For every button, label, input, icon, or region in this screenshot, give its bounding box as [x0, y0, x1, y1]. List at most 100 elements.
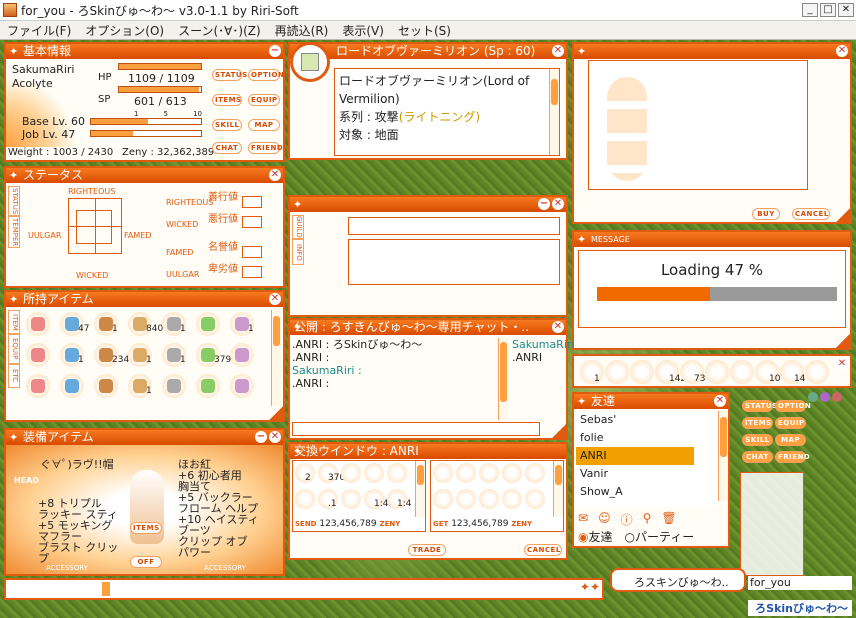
scroll-thumb[interactable]: [555, 465, 562, 485]
info-field-2[interactable]: [348, 239, 560, 285]
scroll-thumb[interactable]: [551, 79, 558, 105]
cancel-button[interactable]: CANCEL: [792, 208, 830, 220]
window-header[interactable]: 装備アイテム −✕: [6, 430, 283, 445]
menu-file[interactable]: ファイル(F): [0, 22, 78, 39]
trade-slot[interactable]: [456, 463, 476, 483]
scroll-thumb[interactable]: [273, 316, 280, 346]
trash-icon[interactable]: 🗑: [661, 511, 676, 528]
trade-slot[interactable]: [502, 463, 522, 483]
item-slot[interactable]: 47: [60, 312, 89, 336]
friend-item[interactable]: Vanir: [576, 465, 718, 483]
menu-reload[interactable]: 再読込(R): [268, 22, 336, 39]
close-icon[interactable]: ✕: [714, 395, 726, 407]
item-grid[interactable]: 47 1 8406 1 1 1 2346 1 1 379 1: [24, 310, 272, 404]
close-button[interactable]: ✕: [838, 3, 854, 17]
mini-button[interactable]: EQUIP: [775, 417, 806, 429]
friend-item-selected[interactable]: ANRI: [576, 447, 694, 465]
trade-slot[interactable]: 1:42: [364, 489, 394, 509]
close-icon[interactable]: ✕: [836, 358, 848, 370]
scrollbar[interactable]: [553, 461, 563, 517]
close-icon[interactable]: ✕: [836, 45, 848, 57]
mini-button[interactable]: MAP: [775, 434, 806, 446]
friend-item[interactable]: folie: [576, 429, 718, 447]
trade-slot[interactable]: 370: [318, 463, 345, 483]
chat-options-icon[interactable]: ✦✦: [580, 580, 600, 594]
hotbar-slot[interactable]: [605, 360, 629, 384]
trade-slot[interactable]: [341, 463, 361, 483]
tab-status[interactable]: STATUS: [8, 186, 20, 216]
scroll-thumb[interactable]: [720, 417, 727, 457]
whisper-icon[interactable]: ✉: [578, 511, 588, 528]
tab-temper[interactable]: TEMPER: [8, 216, 20, 248]
menu-soon[interactable]: スーン(･∀･)(Z): [171, 22, 268, 39]
search-icon[interactable]: ⚲: [643, 511, 652, 528]
window-header[interactable]: ✕: [574, 44, 850, 59]
mini-button[interactable]: SKILL: [742, 434, 773, 446]
window-header[interactable]: 友達 ✕: [574, 394, 728, 409]
trade-slot[interactable]: [502, 489, 522, 509]
window-header[interactable]: 基本情報 −: [6, 44, 283, 59]
hotbar-slot[interactable]: [805, 360, 829, 384]
hotbar-slot[interactable]: [705, 360, 729, 384]
trade-slot[interactable]: [525, 489, 545, 509]
hotbar-slots[interactable]: 1 142 73 10 14: [580, 358, 829, 386]
close-icon[interactable]: ✕: [269, 169, 281, 181]
minimize-icon[interactable]: −: [255, 431, 267, 443]
close-icon[interactable]: ✕: [269, 293, 281, 305]
close-icon[interactable]: ✕: [552, 45, 564, 57]
resize-grip[interactable]: [269, 406, 283, 420]
item-slot[interactable]: [94, 374, 118, 398]
item-slot[interactable]: 1: [162, 312, 186, 336]
equip-items-button[interactable]: ITEMS: [130, 522, 162, 534]
item-slot[interactable]: 1: [162, 343, 186, 367]
item-slot[interactable]: 1: [128, 343, 152, 367]
item-slot[interactable]: [196, 312, 220, 336]
chat-input-bar[interactable]: ✦✦: [4, 578, 604, 600]
trade-slot[interactable]: [479, 463, 499, 483]
scrollbar[interactable]: [549, 69, 559, 155]
hotbar-slot[interactable]: [730, 360, 754, 384]
trade-cancel-button[interactable]: CANCEL: [524, 544, 562, 556]
item-slot[interactable]: [26, 312, 50, 336]
friend-item[interactable]: Show_A: [576, 483, 718, 501]
item-slot[interactable]: 2346: [94, 343, 135, 367]
tab-equip[interactable]: EQUIP: [8, 334, 20, 364]
resize-grip[interactable]: [836, 208, 850, 222]
hotbar-slot[interactable]: 73: [680, 360, 705, 384]
item-slot[interactable]: 1: [60, 343, 84, 367]
resize-grip[interactable]: [552, 424, 566, 438]
window-header[interactable]: ステータス ✕: [6, 168, 283, 183]
item-slot[interactable]: [26, 343, 50, 367]
friend-button[interactable]: FRIEND: [248, 142, 283, 154]
trade-slot[interactable]: 1:4: [387, 489, 411, 509]
tab-info[interactable]: INFO: [292, 239, 304, 265]
friend-item[interactable]: Sebas': [576, 411, 718, 429]
chat-input[interactable]: [292, 422, 540, 436]
item-slot[interactable]: [26, 374, 50, 398]
menu-view[interactable]: 表示(V): [335, 22, 391, 39]
radio-party[interactable]: ○パーティー: [625, 528, 695, 545]
hotbar-slot[interactable]: [630, 360, 654, 384]
window-header[interactable]: −✕: [290, 197, 566, 212]
menu-set[interactable]: セット(S): [391, 22, 458, 39]
minimize-icon[interactable]: −: [538, 198, 550, 210]
window-header[interactable]: ロードオブヴァーミリオン (Sp : 60) ✕: [290, 44, 566, 59]
minimize-button[interactable]: _: [802, 3, 818, 17]
trade-slot[interactable]: [433, 489, 453, 509]
close-icon[interactable]: ✕: [552, 198, 564, 210]
minimize-icon[interactable]: −: [269, 45, 281, 57]
member-item[interactable]: .ANRI: [512, 351, 564, 364]
member-item[interactable]: SakumaRiri: [512, 338, 574, 351]
shop-list[interactable]: [588, 60, 808, 190]
mini-button[interactable]: OPTION: [775, 400, 811, 412]
item-slot[interactable]: [230, 374, 254, 398]
status-button[interactable]: STATUS: [212, 69, 247, 81]
trade-slot[interactable]: [479, 489, 499, 509]
window-header[interactable]: 公開 : ろすきんびゅ〜わ〜専用チャット・.. ✕: [290, 320, 566, 335]
resize-grip[interactable]: [836, 334, 850, 348]
trade-slot[interactable]: [456, 489, 476, 509]
item-slot[interactable]: 1: [94, 312, 118, 336]
radio-friends[interactable]: ◉友達: [578, 528, 613, 545]
close-icon[interactable]: ✕: [552, 321, 564, 333]
maximize-button[interactable]: □: [820, 3, 836, 17]
